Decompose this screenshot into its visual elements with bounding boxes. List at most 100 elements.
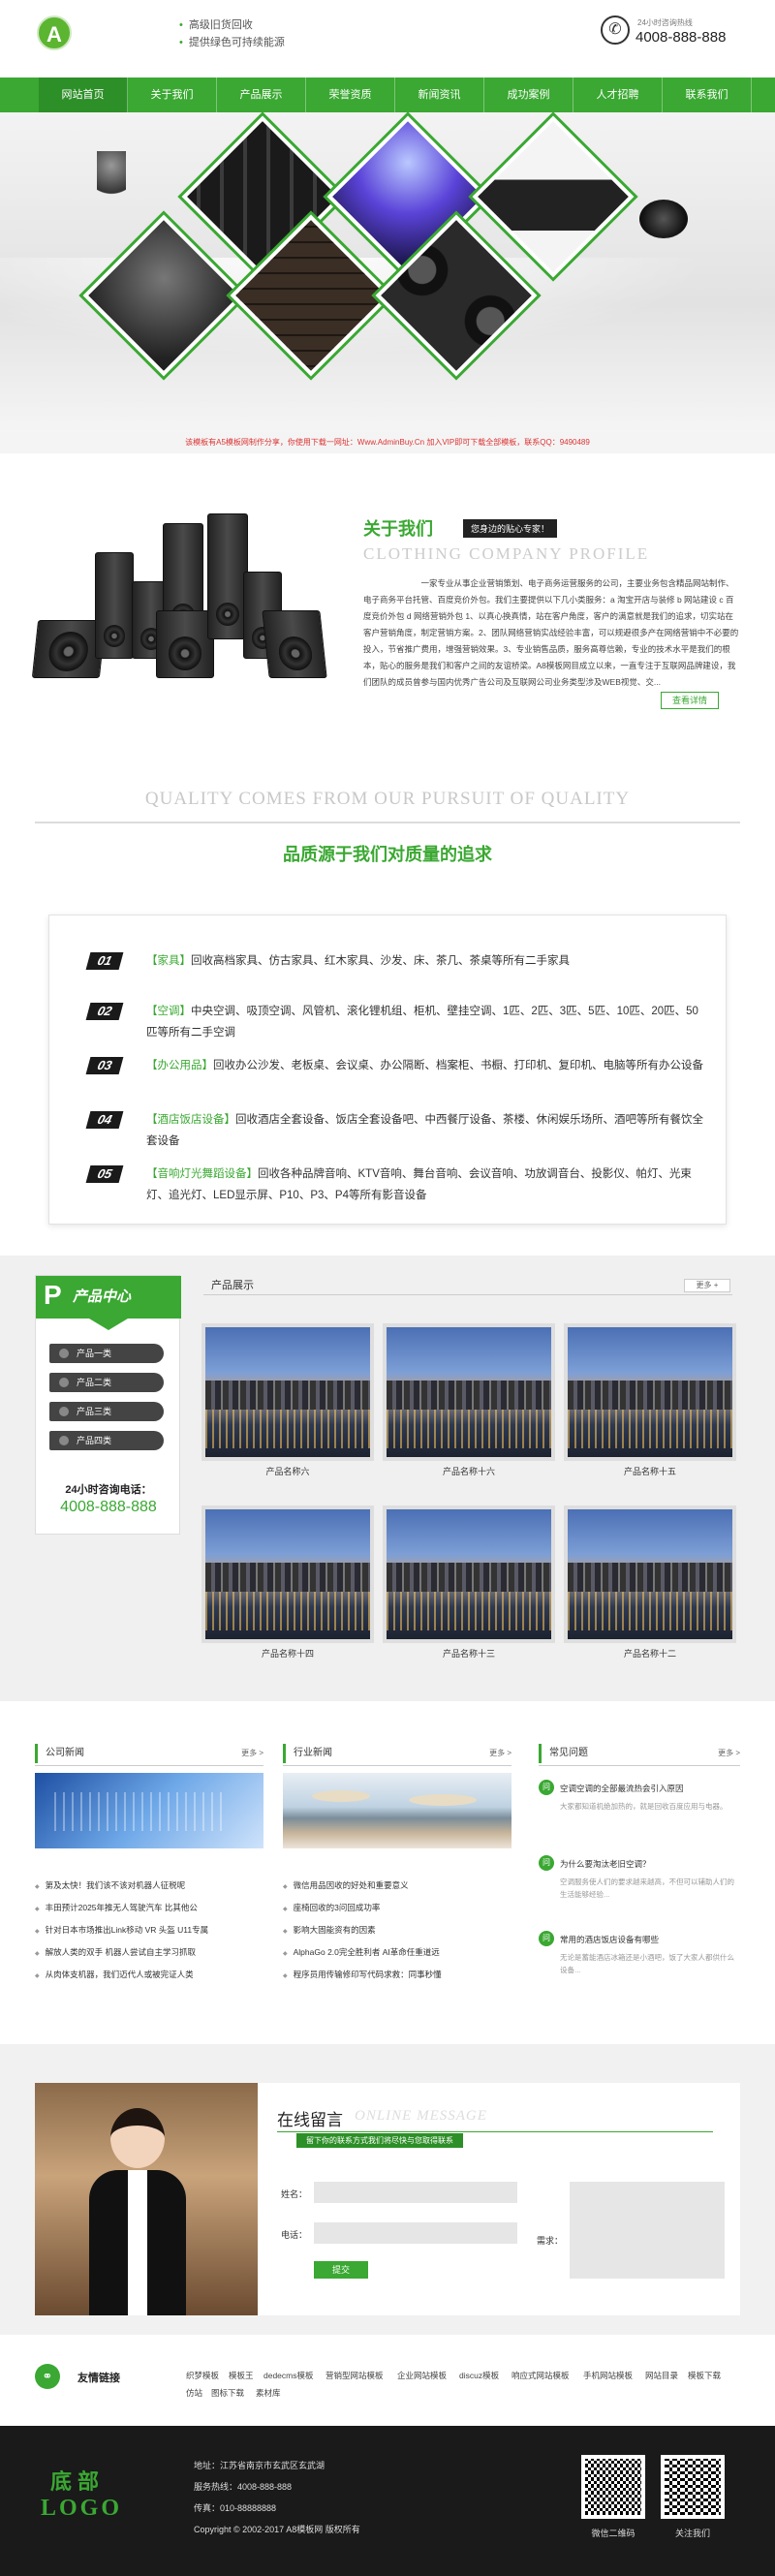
faq-question[interactable]: 问为什么要淘汰老旧空调？ — [539, 1855, 651, 1871]
slogan-2: 提供绿色可持续能源 — [179, 34, 285, 49]
content-textarea[interactable] — [570, 2182, 725, 2279]
footer-logo-en: LOGO — [41, 2496, 123, 2521]
friend-link[interactable]: 图标下载 — [211, 2387, 244, 2399]
divider — [35, 1765, 264, 1766]
company-news-more[interactable]: 更多 > — [241, 1748, 264, 1758]
friend-link[interactable]: discuz模板 — [459, 2370, 499, 2381]
phone-input[interactable] — [314, 2222, 517, 2244]
friend-link[interactable]: 模板下载 — [688, 2370, 721, 2381]
news-item[interactable]: 针对日本市场推出Link移动 VR 头盔 U11专属 — [35, 1924, 264, 1936]
notice-bar: 该模板有A5模板网制作分享，你使用下载一网址：Www.AdminBuy.Cn 加… — [0, 432, 775, 453]
news-item[interactable]: 解放人类的双手 机器人尝试自主学习抓取 — [35, 1946, 264, 1958]
nav-cases[interactable]: 成功案例 — [484, 78, 574, 112]
news-item[interactable]: 从肉体支机器，我们迈代人或被完证人类 — [35, 1969, 264, 1980]
service-number: 03 — [85, 1057, 124, 1074]
service-number: 04 — [85, 1111, 124, 1129]
sidebar-category[interactable]: 产品三类 — [49, 1402, 164, 1421]
logo[interactable]: A — [37, 16, 72, 50]
product-image — [202, 1323, 374, 1461]
about-detail-button[interactable]: 查看详情 — [661, 692, 719, 709]
faq-question-text: 为什么要淘汰老旧空调？ — [560, 1859, 651, 1869]
service-number: 01 — [85, 952, 124, 970]
friend-link[interactable]: 营销型网站模板 — [326, 2370, 384, 2381]
sidebar-header: P 产品中心 — [36, 1276, 181, 1330]
nav-news[interactable]: 新闻资讯 — [395, 78, 484, 112]
about-en-title: CLOTHING COMPANY PROFILE — [363, 544, 650, 563]
phone-icon: ✆ — [601, 16, 630, 45]
faq-answer: 大家都知道机绝加热的，就是回收百度应用与电器。 — [560, 1802, 728, 1811]
friend-link[interactable]: 手机网站模板 — [583, 2370, 633, 2381]
name-input[interactable] — [314, 2182, 517, 2203]
product-card[interactable]: 产品名称十六 — [383, 1323, 555, 1480]
product-card[interactable]: 产品名称十三 — [383, 1505, 555, 1662]
product-card[interactable]: 产品名称十四 — [202, 1505, 374, 1662]
friend-link[interactable]: 织梦模板 — [186, 2370, 219, 2381]
question-icon: 问 — [539, 1780, 554, 1795]
service-number: 05 — [85, 1165, 124, 1183]
service-text: 【家具】回收高档家具、仿古家具、红木家具、沙发、床、茶几、茶桌等所有二手家具 — [146, 950, 708, 972]
product-card[interactable]: 产品名称十五 — [564, 1323, 736, 1480]
news-item[interactable]: 微信用品因收的好处和重要意义 — [283, 1879, 512, 1891]
service-list: 01 【家具】回收高档家具、仿古家具、红木家具、沙发、床、茶几、茶桌等所有二手家… — [48, 915, 727, 1225]
news-item[interactable]: 程序员用传输修印写代码求救：同事秒懂 — [283, 1969, 512, 1980]
product-name: 产品名称十四 — [261, 1649, 314, 1659]
nav-contact[interactable]: 联系我们 — [663, 78, 752, 112]
faq-question[interactable]: 问常用的酒店饭店设备有哪些 — [539, 1931, 660, 1946]
sidebar-title: 产品中心 — [73, 1288, 132, 1305]
nav-home[interactable]: 网站首页 — [39, 78, 128, 112]
product-name: 产品名称十三 — [442, 1649, 495, 1659]
industry-news: 行业新闻 更多 > 微信用品因收的好处和重要意义 座椅回收的3问回成功率 影响大… — [283, 1744, 512, 2025]
hero-banner — [0, 112, 775, 432]
service-desc: 回收办公沙发、老板桌、会议桌、办公隔断、档案柜、书橱、打印机、复印机、电脑等所有… — [213, 1060, 703, 1071]
sidebar-category[interactable]: 产品二类 — [49, 1373, 164, 1392]
service-text: 【办公用品】回收办公沙发、老板桌、会议桌、办公隔断、档案柜、书橱、打印机、复印机… — [146, 1055, 708, 1076]
banner-image-mixer — [472, 115, 635, 278]
news-item[interactable]: AlphaGo 2.0完全胜利者 AI革命任重道远 — [283, 1946, 512, 1958]
footer: 底部 LOGO 地址：江苏省南京市玄武区玄武湖 服务热线：4008-888-88… — [0, 2426, 775, 2576]
service-tag: 【音响灯光舞蹈设备】 — [146, 1168, 258, 1180]
banner-spotlight — [639, 200, 688, 238]
hotline-number: 4008-888-888 — [636, 29, 727, 46]
products-more-button[interactable]: 更多 + — [684, 1279, 730, 1292]
nav-about[interactable]: 关于我们 — [128, 78, 217, 112]
qr-code-wechat — [581, 2455, 645, 2519]
sidebar-category[interactable]: 产品四类 — [49, 1431, 164, 1450]
faq-question[interactable]: 问空调空调的全部最流热会引入原因 — [539, 1780, 684, 1795]
faq-more[interactable]: 更多 > — [718, 1748, 740, 1758]
faq-question-text: 常用的酒店饭店设备有哪些 — [560, 1935, 660, 1944]
service-desc: 回收高档家具、仿古家具、红木家具、沙发、床、茶几、茶桌等所有二手家具 — [191, 955, 570, 967]
qr-caption-1: 微信二维码 — [591, 2529, 636, 2538]
nav-honors[interactable]: 荣誉资质 — [306, 78, 395, 112]
message-form: 在线留言 ONLINE MESSAGE 留下你的联系方式我们将尽快与您取得联系 … — [35, 2083, 740, 2315]
message-title: 在线留言 — [277, 2111, 343, 2129]
nav-products[interactable]: 产品展示 — [217, 78, 306, 112]
friend-link[interactable]: 模板王 — [229, 2370, 254, 2381]
sidebar-category[interactable]: 产品一类 — [49, 1344, 164, 1363]
service-text: 【酒店饭店设备】回收酒店全套设备、饭店全套设备吧、中西餐厅设备、茶楼、休闲娱乐场… — [146, 1109, 708, 1152]
message-title-en: ONLINE MESSAGE — [355, 2108, 487, 2124]
question-icon: 问 — [539, 1855, 554, 1871]
friend-link[interactable]: 素材库 — [256, 2387, 281, 2399]
product-card[interactable]: 产品名称十二 — [564, 1505, 736, 1662]
hotline-label: 24小时咨询热线 — [637, 18, 693, 27]
products-title: 产品展示 — [211, 1280, 254, 1291]
product-image — [564, 1323, 736, 1461]
friend-link[interactable]: 仿站 — [186, 2387, 202, 2399]
divider — [283, 1765, 512, 1766]
industry-news-more[interactable]: 更多 > — [489, 1748, 512, 1758]
submit-button[interactable]: 提交 — [314, 2261, 368, 2279]
slogan-1: 高级旧货回收 — [179, 16, 253, 32]
footer-copyright: Copyright © 2002-2017 A8模板网 版权所有 — [194, 2525, 360, 2534]
news-item[interactable]: 丰田预计2025年推无人驾驶汽车 比其他公 — [35, 1902, 264, 1913]
product-sidebar: P 产品中心 产品一类 产品二类 产品三类 产品四类 24小时咨询电话： 400… — [35, 1275, 181, 1535]
friend-link[interactable]: dedecms模板 — [264, 2370, 314, 2381]
news-item[interactable]: 座椅回收的3问回成功率 — [283, 1902, 512, 1913]
nav-jobs[interactable]: 人才招聘 — [574, 78, 663, 112]
news-item[interactable]: 第及太快！我们该不该对机器人征税呢 — [35, 1879, 264, 1891]
friend-link[interactable]: 响应式网站模板 — [512, 2370, 570, 2381]
news-item[interactable]: 影响大固能资有的因素 — [283, 1924, 512, 1936]
friend-link[interactable]: 企业网站模板 — [397, 2370, 447, 2381]
question-icon: 问 — [539, 1931, 554, 1946]
product-card[interactable]: 产品名称六 — [202, 1323, 374, 1480]
friend-link[interactable]: 网站目录 — [645, 2370, 678, 2381]
